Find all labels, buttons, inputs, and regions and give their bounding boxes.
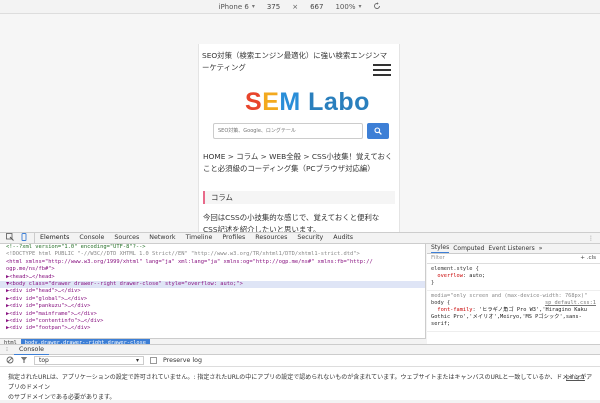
dom-node-line[interactable]: ▶<div id="head">…</div> [0, 288, 425, 295]
tab-resources[interactable]: Resources [250, 232, 292, 244]
dom-node-line[interactable]: <html xmlns="http://www.w3.org/1999/xhtm… [0, 259, 425, 266]
tab-styles[interactable]: Styles [431, 244, 450, 253]
tab-sources[interactable]: Sources [109, 232, 144, 244]
close-drawer-icon[interactable]: ⁝ [0, 346, 14, 353]
clear-console-icon[interactable] [6, 356, 14, 366]
tab-console-drawer[interactable]: Console [14, 345, 50, 355]
dom-node-line[interactable]: ▶<div id="global">…</div> [0, 296, 425, 303]
inspect-icon[interactable] [6, 233, 14, 243]
media-rule[interactable]: media="only screen and (max-device-width… [427, 291, 600, 332]
more-menu-icon[interactable]: ⋮ [588, 235, 600, 242]
tab-security[interactable]: Security [292, 232, 328, 244]
device-name: iPhone 6 [218, 2, 249, 11]
zoom-value: 100% [335, 2, 356, 11]
tab-overflow[interactable]: » [539, 245, 543, 252]
dom-node-line[interactable]: ▶<div id="contentinfo">…</div> [0, 318, 425, 325]
dom-node-line[interactable]: ▶<div id="mainframe">…</div> [0, 311, 425, 318]
dom-node-line[interactable]: ▶<div id="pankuzu">…</div> [0, 303, 425, 310]
filter-input[interactable]: Filter [431, 255, 445, 262]
search-form [213, 123, 389, 139]
dom-node-line[interactable]: ▶<head>…</head> [0, 274, 425, 281]
styles-pane: Styles Computed Event Listeners » Filter… [427, 244, 600, 344]
tab-computed[interactable]: Computed [453, 245, 484, 252]
dom-node-line[interactable]: <!--?xml version="1.0" encoding="UTF-8"?… [0, 244, 425, 251]
site-logo[interactable]: SEM Labo [245, 88, 370, 117]
mobile-page[interactable]: SEO対策（検索エンジン最適化）に強い検索エンジンマ ーケティング SEM La… [198, 44, 400, 232]
tab-audits[interactable]: Audits [328, 232, 358, 244]
dom-node-line[interactable]: ▼<body class="drawer drawer--right drawe… [0, 281, 425, 289]
dom-node-line[interactable]: <!DOCTYPE html PUBLIC "-//W3C//DTD XHTML… [0, 251, 425, 258]
tab-network[interactable]: Network [144, 232, 180, 244]
console-toolbar: top ▾ Preserve log [0, 355, 600, 367]
filter-icon[interactable] [20, 356, 28, 366]
source-link[interactable]: ping:1 [566, 373, 585, 383]
section-heading: コラム [203, 191, 395, 204]
site-tagline: SEO対策（検索エンジン最適化）に強い検索エンジンマ ーケティング [202, 51, 388, 72]
height-field[interactable]: 667 [310, 3, 323, 11]
times-sign: × [292, 2, 299, 11]
context-select[interactable]: top ▾ [34, 356, 144, 365]
search-icon [374, 127, 382, 135]
tab-console[interactable]: Console [74, 232, 109, 244]
tab-elements[interactable]: Elements [35, 232, 74, 244]
chevron-down-icon: ▾ [358, 3, 362, 10]
search-button[interactable] [367, 123, 389, 139]
add-rule-button[interactable]: + .cls [580, 255, 596, 262]
device-viewport: SEO対策（検索エンジン最適化）に強い検索エンジンマ ーケティング SEM La… [0, 14, 600, 232]
device-toolbar: iPhone 6 ▾ 375 × 667 100% ▾ [0, 0, 600, 14]
article-intro: 今回はCSSの小技集的な感じで、覚えておくと便利な CSS記述を紹介したいと思い… [203, 213, 380, 232]
dom-node-line[interactable]: ▶<div id="footpan">…</div> [0, 325, 425, 332]
element-style-rule[interactable]: element.style { overflow: auto; } [427, 264, 600, 291]
preserve-log-checkbox[interactable] [150, 357, 157, 364]
chevron-down-icon: ▾ [135, 357, 139, 364]
elements-tree[interactable]: <!--?xml version="1.0" encoding="UTF-8"?… [0, 244, 426, 346]
chevron-down-icon: ▾ [251, 3, 255, 10]
tab-timeline[interactable]: Timeline [181, 232, 218, 244]
stylesheet-link[interactable]: sp_default.css:1 [545, 300, 596, 307]
zoom-select[interactable]: 100% ▾ [335, 3, 361, 11]
console-message: 指定されたURLは、アプリケーションの設定で許可されていません。: 指定されたU… [0, 367, 600, 401]
breadcrumb: HOME > コラム > WEB全般 > CSS小技集！覚えておく こと必須級の… [203, 152, 393, 173]
preserve-log-label: Preserve log [163, 357, 202, 364]
width-field[interactable]: 375 [267, 3, 280, 11]
dom-node-line[interactable]: ogp.me/ns/fb#"> [0, 266, 425, 273]
drawer-tabbar: ⁝ Console [0, 344, 600, 355]
devtools-tabbar: Elements Console Sources Network Timelin… [0, 232, 600, 244]
search-input[interactable] [213, 123, 363, 139]
rotate-icon[interactable] [373, 1, 381, 12]
tab-profiles[interactable]: Profiles [217, 232, 250, 244]
device-mode-icon[interactable] [20, 233, 28, 243]
tab-event-listeners[interactable]: Event Listeners [488, 245, 534, 252]
menu-icon[interactable] [373, 64, 391, 76]
device-select[interactable]: iPhone 6 ▾ [219, 3, 255, 11]
